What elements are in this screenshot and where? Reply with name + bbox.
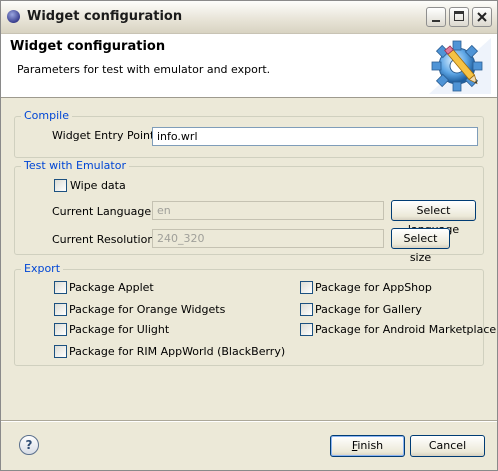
test-emulator-group: Test with Emulator Wipe data Current Lan… <box>14 159 484 264</box>
title-bar[interactable]: Widget configuration <box>1 1 497 34</box>
current-resolution-label: Current Resolution: <box>52 233 158 246</box>
export-group: Export Package Applet Package for Orange… <box>14 262 496 366</box>
package-applet-checkbox[interactable] <box>54 281 67 294</box>
package-android-marketplace-checkbox[interactable] <box>300 323 313 336</box>
export-group-label: Export <box>21 262 64 275</box>
package-rim-appworld-checkbox[interactable] <box>54 345 67 358</box>
package-appshop-checkbox[interactable] <box>300 281 313 294</box>
compile-group-label: Compile <box>21 109 72 122</box>
minimize-button[interactable] <box>426 7 446 27</box>
banner-title: Widget configuration <box>10 39 166 54</box>
package-orange-widgets-label: Package for Orange Widgets <box>69 303 226 316</box>
banner-subtitle: Parameters for test with emulator and ex… <box>17 63 271 76</box>
footer-separator <box>1 420 497 422</box>
current-language-label: Current Language: <box>52 205 155 218</box>
current-language-field: en <box>152 201 384 220</box>
dialog-window: Widget configuration Widget configuratio… <box>0 0 498 471</box>
entry-point-label: Widget Entry Point: <box>52 129 159 142</box>
package-gallery-label: Package for Gallery <box>315 303 422 316</box>
header-banner: Widget configuration Parameters for test… <box>1 34 497 98</box>
package-ulight-checkbox[interactable] <box>54 323 67 336</box>
help-icon[interactable]: ? <box>19 435 39 455</box>
select-language-button[interactable]: Select language <box>391 200 476 236</box>
package-ulight-label: Package for Ulight <box>69 323 170 336</box>
compile-group: Compile Widget Entry Point: info.wrl <box>14 109 484 158</box>
gear-pencil-icon <box>429 38 491 94</box>
test-emulator-group-label: Test with Emulator <box>21 159 129 172</box>
entry-point-input[interactable]: info.wrl <box>152 127 478 146</box>
finish-label-rest: inish <box>357 439 384 452</box>
wipe-data-checkbox[interactable] <box>54 179 67 192</box>
current-resolution-field: 240_320 <box>152 229 384 248</box>
package-android-marketplace-label: Package for Android Marketplace <box>315 323 497 336</box>
eclipse-app-icon <box>7 10 20 23</box>
package-applet-label: Package Applet <box>69 281 154 294</box>
package-gallery-checkbox[interactable] <box>300 303 313 316</box>
package-appshop-label: Package for AppShop <box>315 281 432 294</box>
cancel-button[interactable]: Cancel <box>410 435 485 457</box>
maximize-button[interactable] <box>449 7 469 27</box>
close-button[interactable] <box>472 7 492 27</box>
window-title: Widget configuration <box>27 9 183 24</box>
finish-button[interactable]: Finish <box>330 435 405 457</box>
select-size-button[interactable]: Select size <box>391 228 450 264</box>
package-orange-widgets-checkbox[interactable] <box>54 303 67 316</box>
close-icon <box>477 12 487 22</box>
wipe-data-label: Wipe data <box>70 179 126 192</box>
package-rim-appworld-label: Package for RIM AppWorld (BlackBerry) <box>69 345 286 358</box>
